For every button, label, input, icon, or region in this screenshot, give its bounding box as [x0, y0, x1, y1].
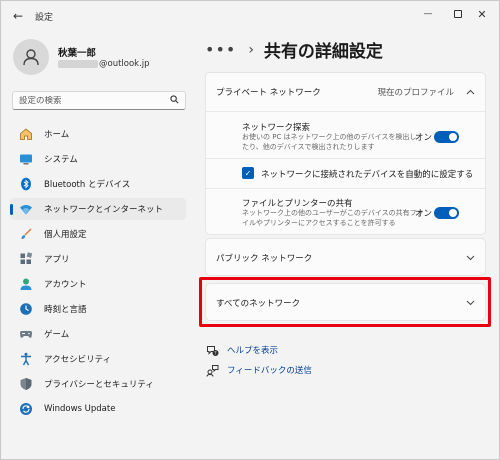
chevron-down-icon	[466, 298, 475, 309]
public-network-title: パブリック ネットワーク	[216, 254, 313, 264]
brush-icon	[18, 226, 34, 242]
sidebar-item-label: システム	[44, 155, 78, 165]
back-button[interactable]: ←	[7, 6, 29, 26]
sidebar-item-home[interactable]: ホーム	[10, 123, 186, 145]
sidebar-item-label: Windows Update	[44, 404, 116, 414]
chevron-right-icon: ›	[248, 41, 254, 58]
breadcrumb: ••• › 共有の詳細設定	[205, 37, 383, 62]
sidebar-item-label: Bluetooth とデバイス	[44, 180, 131, 190]
user-icon	[23, 49, 39, 66]
help-link[interactable]: ヘルプを表示	[227, 344, 278, 356]
sidebar-item-label: アクセシビリティ	[44, 355, 112, 365]
sidebar-item-gaming[interactable]: ゲーム	[10, 323, 186, 345]
sidebar-item-label: アカウント	[44, 280, 87, 290]
chevron-down-icon	[466, 253, 475, 264]
back-arrow-icon: ←	[12, 9, 24, 23]
sidebar-item-label: アプリ	[44, 255, 70, 265]
home-icon	[18, 126, 34, 142]
divider	[206, 158, 485, 159]
accessibility-icon	[18, 351, 34, 367]
sidebar-item-label: プライバシーとセキュリティ	[44, 380, 154, 390]
user-name: 秋葉一郎	[58, 48, 97, 59]
update-icon	[18, 401, 34, 417]
private-network-title: プライベート ネットワーク	[216, 88, 321, 98]
network-discovery-state: オン	[415, 133, 433, 143]
auto-setup-checkbox[interactable]: ✓	[242, 167, 254, 179]
sidebar-item-personalization[interactable]: 個人用設定	[10, 223, 186, 245]
sidebar-item-accounts[interactable]: アカウント	[10, 273, 186, 295]
breadcrumb-more-button[interactable]: •••	[205, 40, 236, 59]
file-printer-sharing-state: オン	[415, 209, 433, 219]
app-title: 設定	[35, 13, 54, 23]
page-title: 共有の詳細設定	[263, 42, 383, 62]
checkmark-icon: ✓	[244, 168, 252, 178]
all-networks-header[interactable]: すべてのネットワーク	[206, 284, 485, 322]
private-network-card: プライベート ネットワーク 現在のプロファイル ネットワーク探索 お使いの PC…	[205, 72, 486, 235]
current-profile-label: 現在のプロファイル	[377, 88, 454, 98]
public-network-card[interactable]: パブリック ネットワーク	[205, 238, 486, 276]
apps-icon	[18, 251, 34, 267]
sidebar-item-label: ネットワークとインターネット	[44, 205, 164, 215]
user-email-row: @outlook.jp	[58, 59, 150, 69]
all-networks-card[interactable]: すべてのネットワーク	[205, 283, 486, 321]
feedback-link-row[interactable]: フィードバックの送信	[205, 363, 312, 377]
sidebar-item-windows-update[interactable]: Windows Update	[10, 398, 186, 420]
chevron-up-icon	[466, 87, 475, 98]
close-icon: ✕	[477, 7, 487, 21]
title-bar: ← 設定 — ✕	[1, 1, 499, 31]
help-icon: ?	[205, 343, 219, 357]
sidebar-item-bluetooth[interactable]: Bluetooth とデバイス	[10, 173, 186, 195]
file-printer-sharing-toggle[interactable]	[434, 207, 459, 219]
divider	[206, 111, 485, 112]
shield-icon	[18, 376, 34, 392]
feedback-link[interactable]: フィードバックの送信	[227, 364, 312, 376]
minimize-button[interactable]: —	[411, 3, 445, 25]
sidebar-item-label: ゲーム	[44, 330, 70, 340]
sidebar-item-accessibility[interactable]: アクセシビリティ	[10, 348, 186, 370]
auto-setup-label: ネットワークに接続されたデバイスを自動的に設定する	[261, 170, 474, 180]
sidebar-item-privacy[interactable]: プライバシーとセキュリティ	[10, 373, 186, 395]
avatar[interactable]	[13, 39, 49, 75]
file-printer-sharing-desc-1: ネットワーク上の他のユーザーがこのデバイスの共有ファ	[242, 209, 424, 217]
email-redaction	[58, 60, 98, 68]
search-icon[interactable]	[170, 94, 179, 107]
sidebar-item-time-language[interactable]: 時刻と言語	[10, 298, 186, 320]
toggle-knob	[449, 209, 457, 217]
network-discovery-desc-1: お使いの PC はネットワーク上の他のデバイスを検出し	[242, 133, 417, 141]
sidebar-item-label: ホーム	[44, 130, 70, 140]
public-network-header[interactable]: パブリック ネットワーク	[206, 239, 485, 277]
search-box[interactable]	[12, 91, 186, 110]
search-input[interactable]	[19, 95, 170, 106]
network-discovery-toggle[interactable]	[434, 131, 459, 143]
time-language-icon	[18, 301, 34, 317]
divider	[206, 188, 485, 189]
private-network-header[interactable]: プライベート ネットワーク 現在のプロファイル	[206, 73, 485, 111]
bluetooth-icon	[18, 176, 34, 192]
wifi-icon	[18, 201, 34, 217]
minimize-icon: —	[423, 9, 433, 19]
sidebar-item-system[interactable]: システム	[10, 148, 186, 170]
feedback-icon	[205, 363, 219, 377]
toggle-knob	[449, 133, 457, 141]
sidebar-item-label: 時刻と言語	[44, 305, 87, 315]
help-link-row[interactable]: ? ヘルプを表示	[205, 343, 278, 357]
account-icon	[18, 276, 34, 292]
gamepad-icon	[18, 326, 34, 342]
file-printer-sharing-desc-2: イルやプリンターにアクセスすることを許可する	[242, 219, 396, 227]
settings-window: ← 設定 — ✕ 秋葉一郎 @outlook.jp ホー	[0, 0, 500, 460]
close-button[interactable]: ✕	[465, 3, 499, 25]
all-networks-title: すべてのネットワーク	[216, 299, 301, 309]
network-discovery-desc-2: たり、他のデバイスで検出されたりします	[242, 143, 375, 151]
user-email: @outlook.jp	[99, 59, 150, 69]
sidebar-item-network[interactable]: ネットワークとインターネット	[10, 198, 186, 220]
maximize-icon	[454, 10, 462, 18]
monitor-icon	[18, 151, 34, 167]
sidebar-item-label: 個人用設定	[44, 230, 87, 240]
sidebar-item-apps[interactable]: アプリ	[10, 248, 186, 270]
